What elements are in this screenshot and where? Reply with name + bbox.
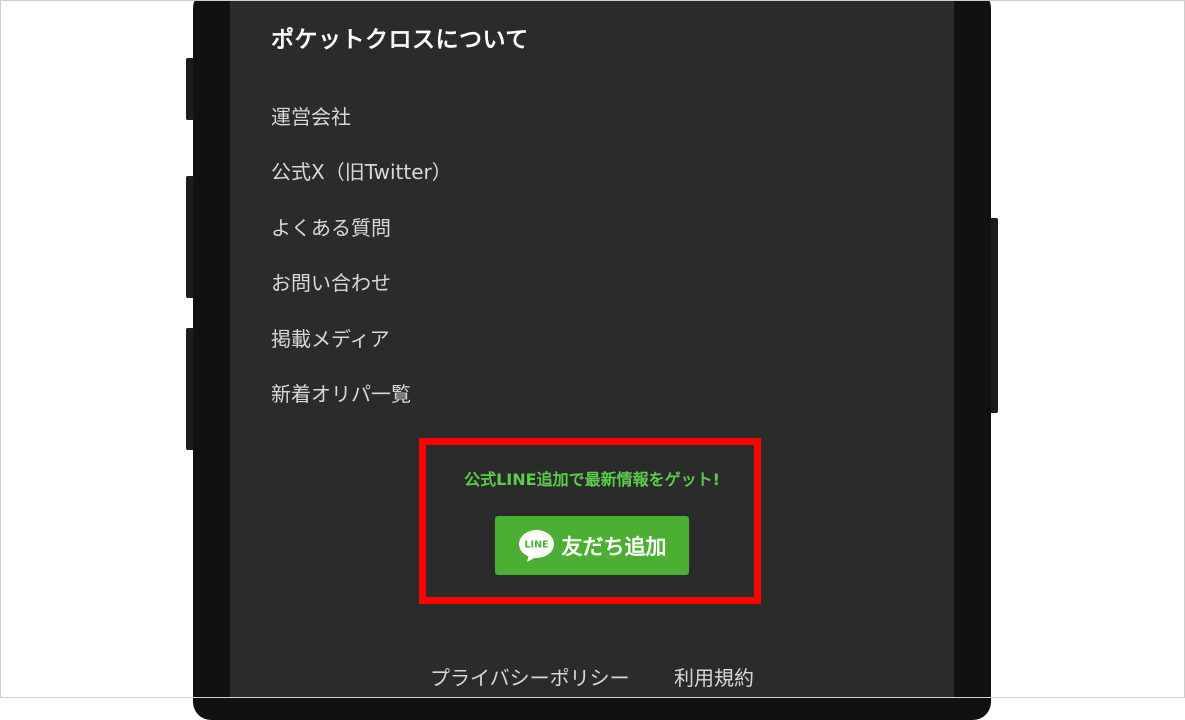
line-button-label: 友だち追加 — [561, 534, 667, 559]
menu-item-official-x[interactable]: 公式X（旧Twitter） — [271, 155, 452, 210]
phone-side-button — [990, 218, 998, 413]
menu-item-new-oripa[interactable]: 新着オリパ一覧 — [271, 377, 452, 432]
footer-link-terms[interactable]: 利用規約 — [674, 662, 754, 691]
about-menu: 運営会社 公式X（旧Twitter） よくある質問 お問い合わせ 掲載メディア … — [271, 100, 452, 432]
phone-screen: ポケットクロスについて 運営会社 公式X（旧Twitter） よくある質問 お問… — [230, 0, 954, 698]
line-promo-text: 公式LINE追加で最新情報をゲット! — [464, 470, 720, 489]
footer-links: プライバシーポリシー 利用規約 — [230, 662, 954, 691]
line-logo-text: LINE — [524, 539, 548, 550]
menu-item-contact[interactable]: お問い合わせ — [271, 266, 452, 321]
menu-item-faq[interactable]: よくある質問 — [271, 211, 452, 266]
section-title: ポケットクロスについて — [271, 27, 529, 53]
menu-item-company[interactable]: 運営会社 — [271, 100, 452, 155]
footer-link-privacy[interactable]: プライバシーポリシー — [430, 662, 630, 691]
line-add-friend-button[interactable]: LINE 友だち追加 — [495, 516, 689, 575]
menu-item-media[interactable]: 掲載メディア — [271, 322, 452, 377]
line-logo-icon: LINE — [518, 529, 554, 562]
